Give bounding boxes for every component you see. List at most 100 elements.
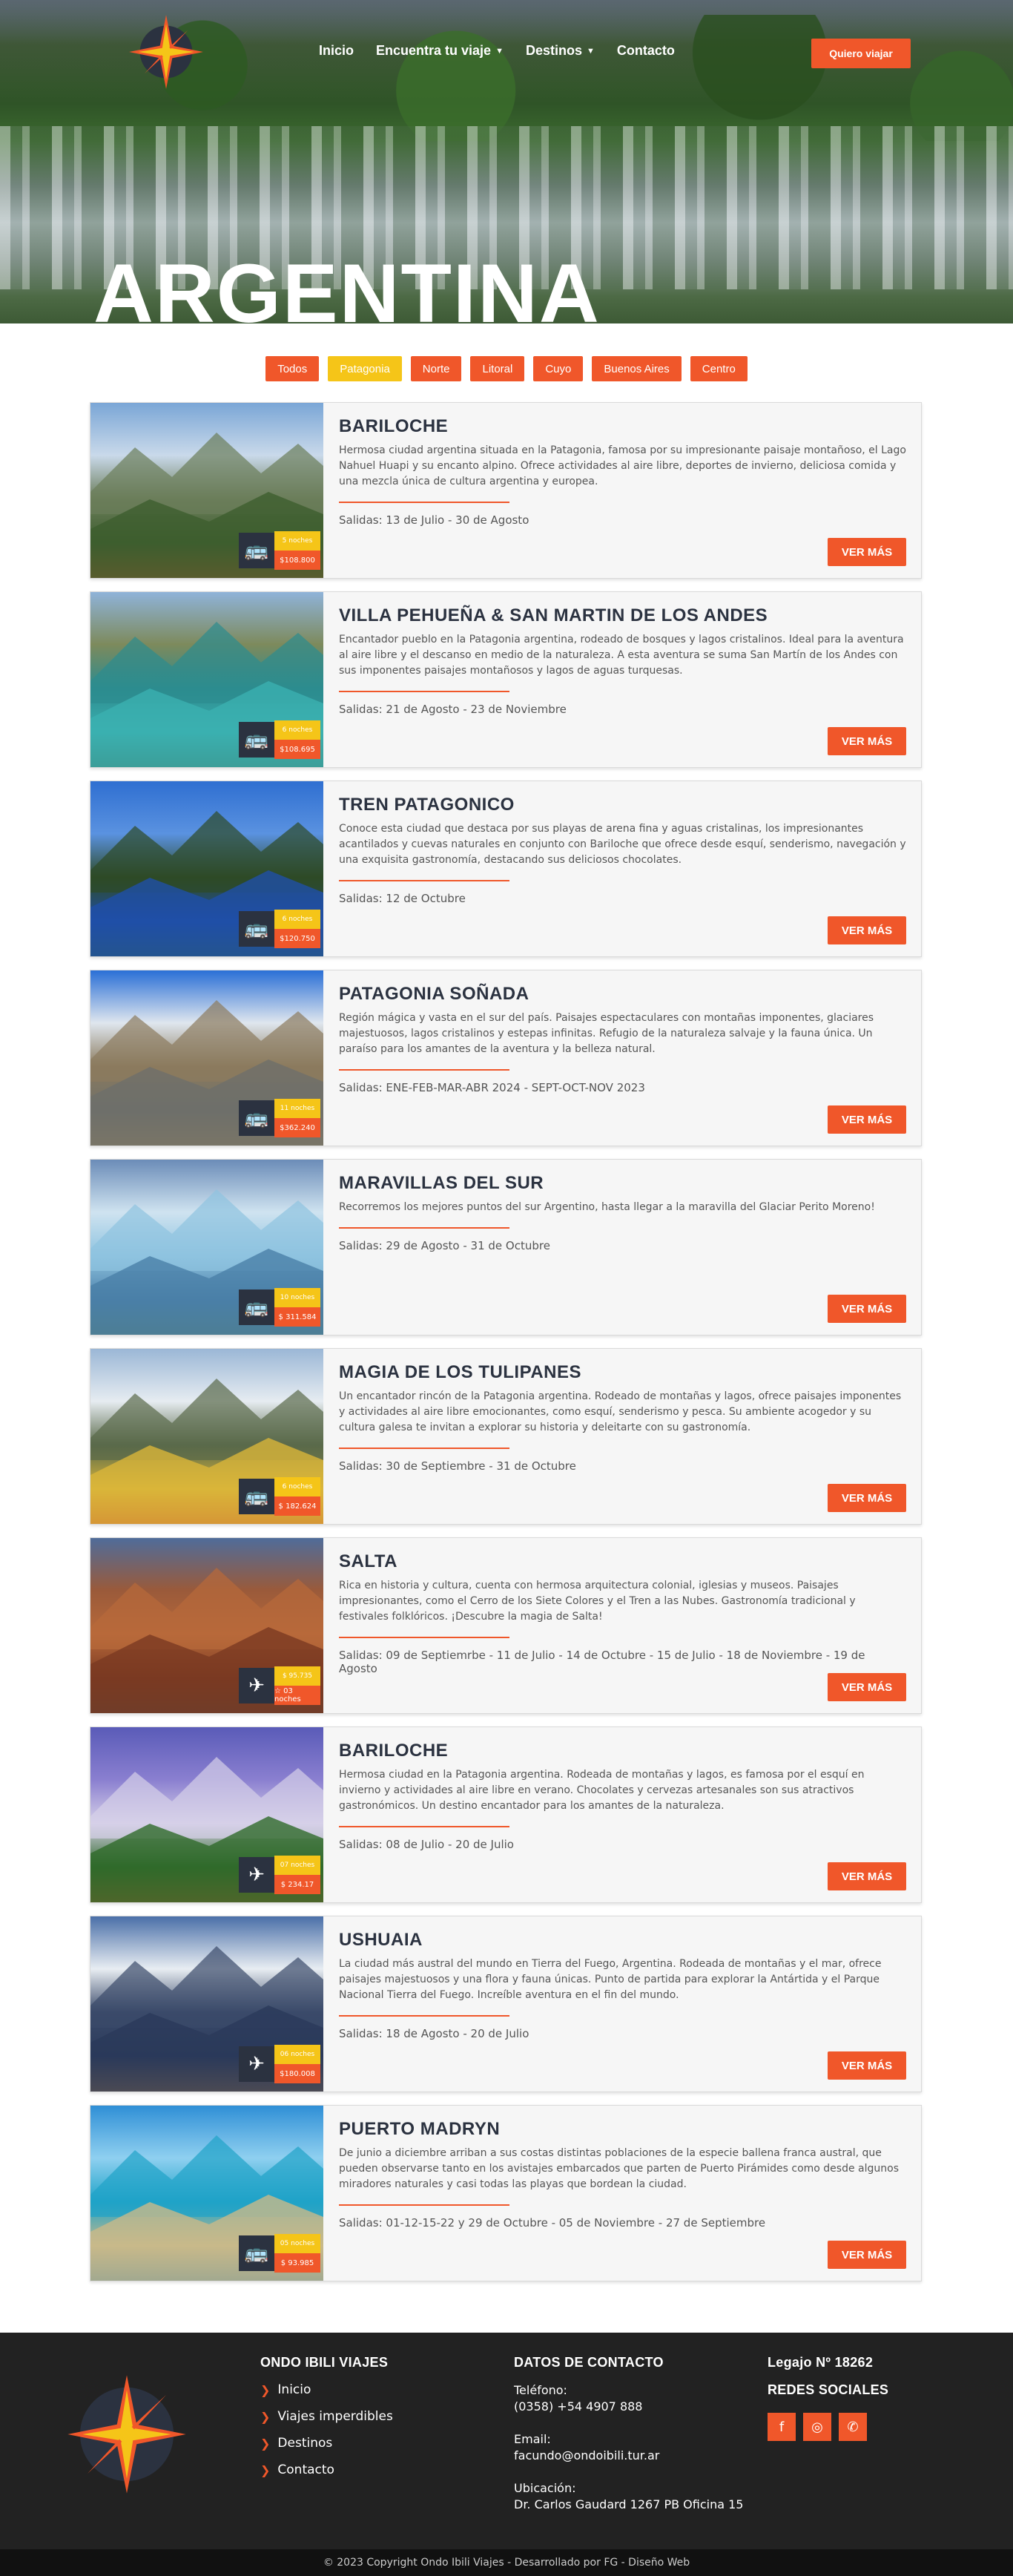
trip-dates: Salidas: 13 de Julio - 30 de Agosto	[339, 513, 529, 527]
trip-title[interactable]: MARAVILLAS DEL SUR	[339, 1173, 907, 1194]
trip-title[interactable]: PATAGONIA SOÑADA	[339, 984, 907, 1005]
filter-litoral[interactable]: Litoral	[470, 356, 525, 381]
trip-body: BARILOCHE Hermosa ciudad argentina situad…	[339, 416, 907, 527]
trip-dates: Salidas: 30 de Septiembre - 31 de Octubr…	[339, 1459, 576, 1473]
trip-photo[interactable]: 🚌 6 noches $ 182.624	[90, 1349, 323, 1524]
duration-badge: 05 noches	[274, 2234, 320, 2253]
filter-patagonia[interactable]: Patagonia	[328, 356, 402, 381]
trip-card: 🚌 6 noches $ 182.624 MAGIA DE LOS TULIPANES…	[90, 1348, 922, 1525]
trip-body: TREN PATAGONICO Conoce esta ciudad que de…	[339, 795, 907, 905]
nav-item-label: Encuentra tu viaje	[376, 43, 492, 58]
instagram-icon[interactable]: ◎	[803, 2413, 831, 2441]
price-badge: $ 311.584	[274, 1307, 320, 1327]
trip-card: ✈ 07 noches $ 234.17 BARILOCHE Hermosa ciuda…	[90, 1726, 922, 1903]
ver-mas-button[interactable]: VER MÁS	[828, 1862, 906, 1890]
trip-photo[interactable]: 🚌 6 noches $108.695	[90, 592, 323, 767]
filter-centro[interactable]: Centro	[690, 356, 748, 381]
footer-compass-logo	[67, 2375, 186, 2494]
footer-brand-title: ONDO IBILI VIAJES	[260, 2355, 389, 2370]
footer: ONDO IBILI VIAJES ❯ Inicio ❯ Viajes imperdi…	[0, 2333, 1013, 2549]
trip-photo[interactable]: 🚌 05 noches $ 93.985	[90, 2106, 323, 2281]
filter-cuyo[interactable]: Cuyo	[533, 356, 584, 381]
trip-body: SALTA Rica en historia y cultura, cuenta …	[339, 1551, 907, 1675]
footer-link-viajes-imperdibles[interactable]: ❯ Viajes imperdibles	[260, 2409, 393, 2424]
trip-photo[interactable]: ✈ $ 95.735 ☆ 03 noches	[90, 1538, 323, 1713]
email-value[interactable]: facundo@ondoibili.tur.ar	[514, 2448, 743, 2464]
ver-mas-button[interactable]: VER MÁS	[828, 2051, 906, 2080]
trip-title[interactable]: PUERTO MADRYN	[339, 2119, 907, 2140]
divider	[339, 691, 509, 692]
price-badge: $ 93.985	[274, 2253, 320, 2273]
trip-photo[interactable]: ✈ 07 noches $ 234.17	[90, 1727, 323, 1902]
trip-photo[interactable]: ✈ 06 noches $180.008	[90, 1916, 323, 2092]
trip-dates: Salidas: 18 de Agosto - 20 de Julio	[339, 2027, 529, 2040]
trip-photo[interactable]: 🚌 10 noches $ 311.584	[90, 1160, 323, 1335]
trip-title[interactable]: MAGIA DE LOS TULIPANES	[339, 1362, 907, 1383]
filter-buenos-aires[interactable]: Buenos Aires	[592, 356, 682, 381]
trip-card: ✈ $ 95.735 ☆ 03 noches SALTA Rica en histori…	[90, 1537, 922, 1714]
footer-link-label: Destinos	[277, 2436, 333, 2451]
nav-item-inicio[interactable]: Inicio	[319, 43, 354, 59]
ver-mas-button[interactable]: VER MÁS	[828, 1105, 906, 1134]
trip-title[interactable]: BARILOCHE	[339, 416, 907, 437]
trip-title[interactable]: SALTA	[339, 1551, 907, 1572]
trip-description: Hermosa ciudad en la Patagonia argentina…	[339, 1769, 865, 1812]
ver-mas-button[interactable]: VER MÁS	[828, 2241, 906, 2269]
bus-icon: 🚌	[239, 911, 274, 947]
trip-title[interactable]: USHUAIA	[339, 1930, 907, 1951]
duration-badge: 6 noches	[274, 1477, 320, 1496]
ver-mas-button[interactable]: VER MÁS	[828, 1295, 906, 1323]
filter-norte[interactable]: Norte	[410, 356, 462, 381]
duration-badge: 5 noches	[274, 531, 320, 551]
ver-mas-button[interactable]: VER MÁS	[828, 1484, 906, 1512]
ver-mas-button[interactable]: VER MÁS	[828, 1673, 906, 1701]
facebook-icon[interactable]: f	[768, 2413, 796, 2441]
chevron-right-icon: ❯	[260, 2462, 271, 2477]
duration-badge: 11 noches	[274, 1099, 320, 1118]
nav-item-destinos[interactable]: Destinos ▼	[526, 43, 595, 59]
nav-item-contacto[interactable]: Contacto	[617, 43, 675, 59]
price-badge: $120.750	[274, 929, 320, 948]
trip-photo[interactable]: 🚌 6 noches $120.750	[90, 781, 323, 956]
ver-mas-button[interactable]: VER MÁS	[828, 538, 906, 566]
nav-item-encuentra-tu-viaje[interactable]: Encuentra tu viaje ▼	[376, 43, 504, 59]
divider	[339, 1448, 509, 1449]
trip-title[interactable]: TREN PATAGONICO	[339, 795, 907, 815]
ver-mas-button[interactable]: VER MÁS	[828, 727, 906, 755]
trip-photo[interactable]: 🚌 11 noches $362.240	[90, 970, 323, 1146]
trip-dates: Salidas: 09 de Septiemrbe - 11 de Julio …	[339, 1649, 865, 1675]
price-badge: $108.800	[274, 551, 320, 570]
trip-description: Encantador pueblo en la Patagonia argent…	[339, 634, 904, 677]
ver-mas-button[interactable]: VER MÁS	[828, 916, 906, 944]
trip-photo[interactable]: 🚌 5 noches $108.800	[90, 403, 323, 578]
trip-dates: Salidas: 12 de Octubre	[339, 892, 466, 905]
phone-value[interactable]: (0358) +54 4907 888	[514, 2399, 743, 2415]
trip-title[interactable]: VILLA PEHUEÑA & SAN MARTIN DE LOS ANDES	[339, 605, 907, 626]
trip-card: 🚌 6 noches $120.750 TREN PATAGONICO Conoce e…	[90, 781, 922, 957]
trip-description: De junio a diciembre arriban a sus costa…	[339, 2147, 899, 2190]
trip-dates: Salidas: 29 de Agosto - 31 de Octubre	[339, 1239, 550, 1252]
trip-card: 🚌 11 noches $362.240 PATAGONIA SOÑADA Región…	[90, 970, 922, 1146]
trip-dates: Salidas: 08 de Julio - 20 de Julio	[339, 1838, 514, 1851]
chevron-down-icon: ▼	[495, 46, 504, 56]
trip-dates: Salidas: 21 de Agosto - 23 de Noviembre	[339, 703, 567, 716]
trip-description: Región mágica y vasta en el sur del país…	[339, 1012, 874, 1055]
footer-contact: DATOS DE CONTACTO Teléfono: (0358) +54 4…	[514, 2355, 743, 2529]
plane-icon: ✈	[239, 2046, 274, 2082]
chevron-right-icon: ❯	[260, 2409, 271, 2424]
trip-description: Hermosa ciudad argentina situada en la P…	[339, 444, 906, 487]
quiero-viajar-button[interactable]: Quiero viajar	[811, 39, 911, 68]
trip-description: Un encantador rincón de la Patagonia arg…	[339, 1390, 902, 1433]
footer-link-inicio[interactable]: ❯ Inicio	[260, 2382, 393, 2397]
divider	[339, 1637, 509, 1638]
filter-todos[interactable]: Todos	[265, 356, 320, 381]
whatsapp-icon[interactable]: ✆	[839, 2413, 867, 2441]
footer-link-destinos[interactable]: ❯ Destinos	[260, 2436, 393, 2451]
trip-description: Rica en historia y cultura, cuenta con h…	[339, 1580, 856, 1623]
trip-title[interactable]: BARILOCHE	[339, 1741, 907, 1761]
divider	[339, 1227, 509, 1229]
divider	[339, 502, 509, 503]
footer-link-contacto[interactable]: ❯ Contacto	[260, 2462, 393, 2477]
compass-star-logo[interactable]	[128, 13, 205, 91]
bus-icon: 🚌	[239, 1100, 274, 1136]
